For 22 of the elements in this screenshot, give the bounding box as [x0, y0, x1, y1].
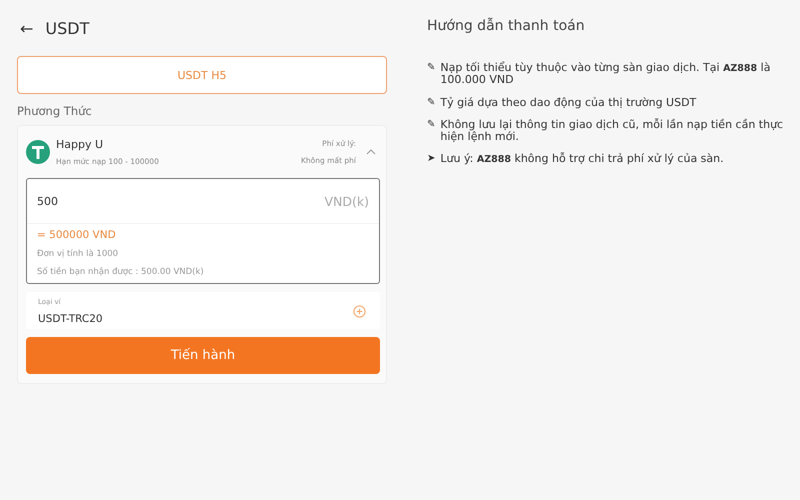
- guide-note: Tỷ giá dựa theo dao động của thị trường USDT: [440, 96, 698, 109]
- method-name: Happy U: [56, 138, 104, 151]
- bullet-icon: ✎: [427, 62, 436, 87]
- received-amount: Số tiền bạn nhận được : 500.00 VND(k): [37, 267, 205, 277]
- currency-unit: VND(k): [324, 194, 369, 208]
- converted-amount: = 500000 VND: [37, 229, 117, 241]
- section-label: Phương Thức: [17, 104, 93, 118]
- chevron-icon[interactable]: [366, 149, 376, 155]
- bullet-icon: ✎: [427, 118, 436, 143]
- tether-logo-icon: [26, 140, 50, 164]
- field-value: USDT-TRC20: [38, 313, 103, 325]
- bullet-icon: ➤: [427, 152, 436, 166]
- unit-note: Đơn vị tính là 1000: [37, 249, 120, 259]
- plus-circle-icon[interactable]: [353, 305, 366, 318]
- guide-note: Nạp tối thiểu tùy thuộc vào từng sàn giao dịch. Tại AZ888 là 100.000 VND: [440, 62, 772, 87]
- guide-note: Không lưu lại thông tin giao dịch cũ, mỗi lần nạp tiền cần thực hiện lệnh mới.: [440, 118, 784, 143]
- bullet-icon: ✎: [427, 96, 436, 109]
- page-title: USDT: [45, 18, 90, 38]
- guide-note: Lưu ý: AZ888 không hỗ trợ chi trả phí xử lý của sàn.: [440, 152, 725, 166]
- amount-input[interactable]: 500: [37, 194, 58, 208]
- back-button[interactable]: ←: [20, 18, 34, 38]
- guide-title: Hướng dẫn thanh toán: [427, 18, 586, 34]
